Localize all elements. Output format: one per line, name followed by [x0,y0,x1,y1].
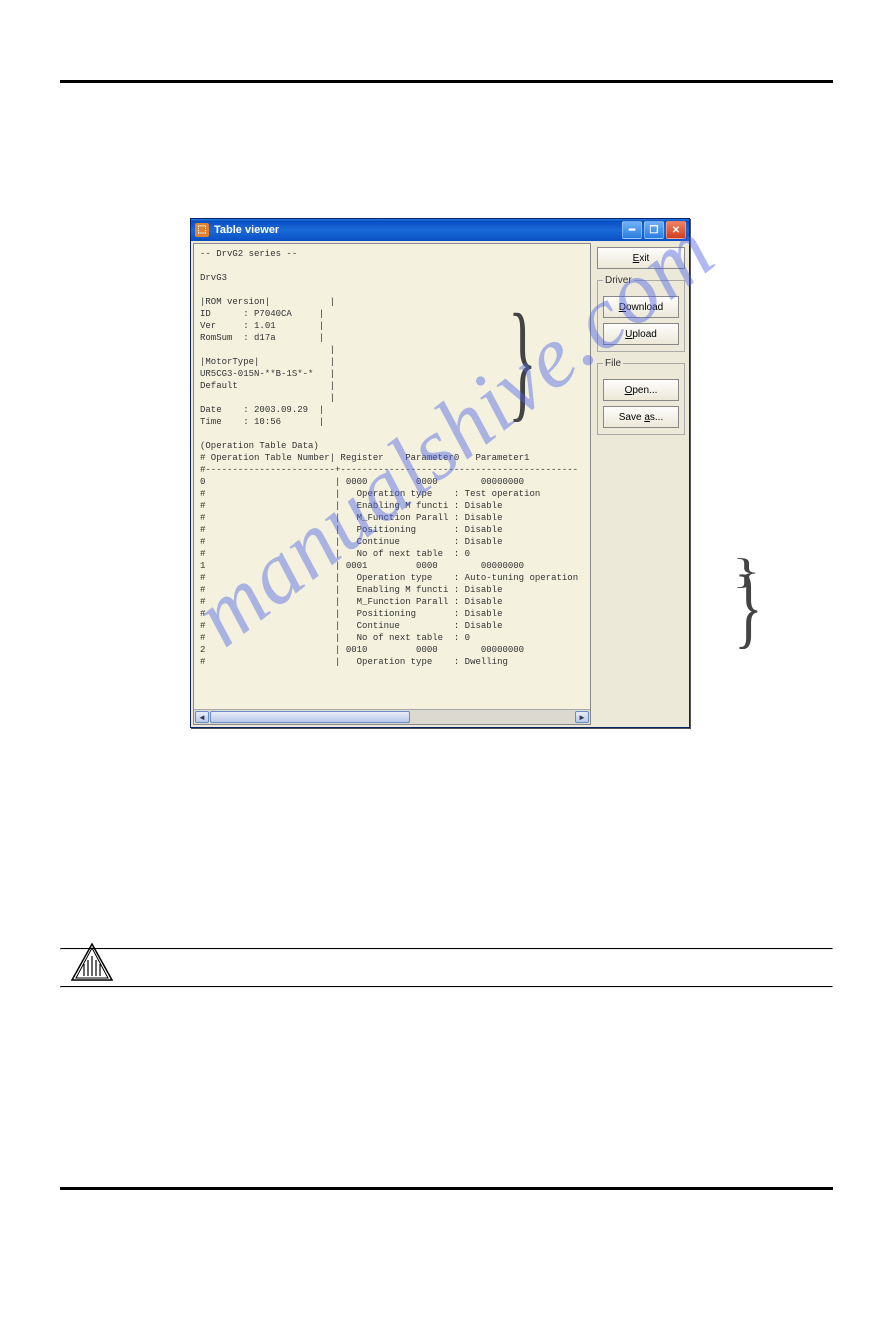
scroll-right-icon[interactable]: ► [575,711,589,723]
window-title: Table viewer [214,224,279,236]
close-button[interactable]: ✕ [666,221,686,239]
divider-line [60,986,833,988]
upload-button[interactable]: Upload [603,323,679,345]
saveas-button[interactable]: Save as... [603,406,679,428]
table-viewer-window: ⬚ Table viewer ━ ❐ ✕ -- DrvG2 series -- … [190,218,690,728]
file-group: File Open... Save as... [597,358,685,435]
file-legend: File [603,358,623,369]
caution-triangle-icon [70,942,114,982]
brace-icon: } [734,556,763,660]
driver-group: Driver Download Upload [597,275,685,352]
brace-icon: } [732,551,761,592]
download-button[interactable]: Download [603,296,679,318]
output-text[interactable]: -- DrvG2 series -- DrvG3 |ROM version| |… [194,244,590,709]
scroll-left-icon[interactable]: ◄ [195,711,209,723]
app-icon: ⬚ [195,223,209,237]
titlebar[interactable]: ⬚ Table viewer ━ ❐ ✕ [191,219,689,241]
scroll-thumb[interactable] [210,711,410,723]
exit-button[interactable]: Exit [597,247,685,269]
maximize-button[interactable]: ❐ [644,221,664,239]
open-button[interactable]: Open... [603,379,679,401]
horizontal-scrollbar[interactable]: ◄ ► [194,709,590,724]
minimize-button[interactable]: ━ [622,221,642,239]
divider-line [60,948,833,950]
exit-label: xit [639,253,649,264]
text-area-frame: -- DrvG2 series -- DrvG3 |ROM version| |… [193,243,591,725]
side-panel: Exit Driver Download Upload File Open...… [595,243,687,725]
driver-legend: Driver [603,275,634,286]
